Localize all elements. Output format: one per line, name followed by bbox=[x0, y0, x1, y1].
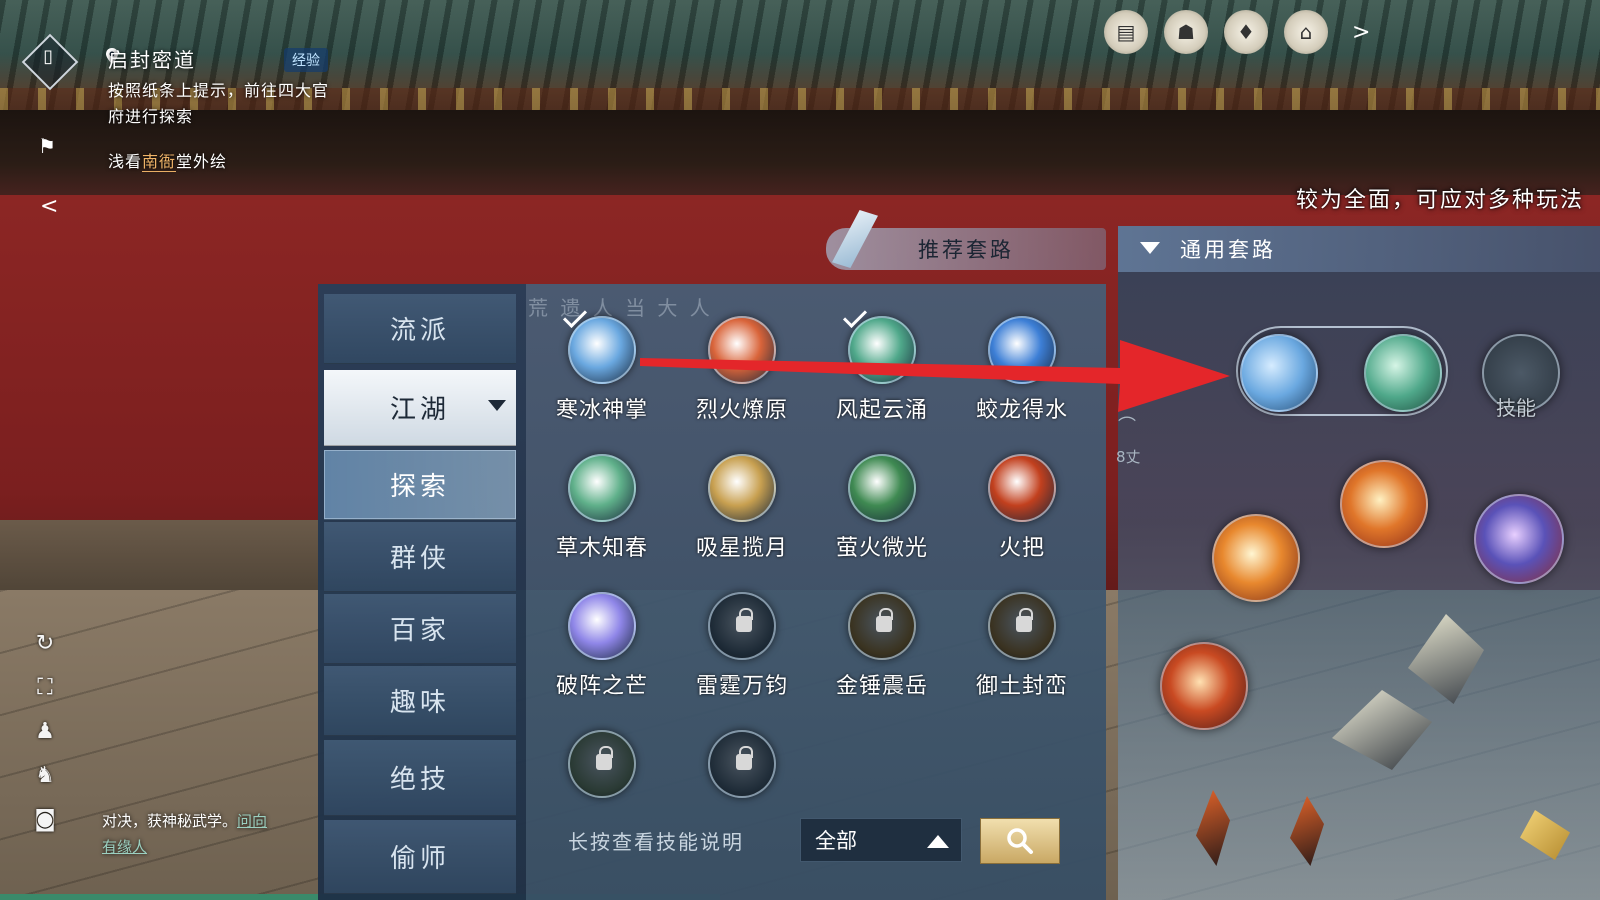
skill-item[interactable]: 火把 bbox=[962, 454, 1082, 584]
category-label: 偷师 bbox=[389, 844, 450, 874]
skill-icon bbox=[568, 454, 636, 522]
skill-item[interactable]: 金锤震岳 bbox=[822, 592, 942, 722]
expand-menu-button[interactable]: > bbox=[1352, 20, 1370, 45]
locked-skill-icon bbox=[708, 592, 776, 660]
locked-skill-icon bbox=[988, 592, 1056, 660]
search-button[interactable] bbox=[980, 818, 1060, 864]
loadout-skill-fire-burst[interactable] bbox=[1340, 460, 1428, 548]
lock-icon bbox=[876, 608, 893, 632]
category-item-ultimate[interactable]: 绝技 bbox=[324, 740, 516, 816]
skill-name: 破阵之芒 bbox=[555, 674, 648, 699]
character-icon[interactable]: ♟ bbox=[28, 716, 62, 746]
quest-title[interactable]: 启封密道 bbox=[108, 44, 196, 73]
category-label: 探索 bbox=[389, 472, 450, 502]
lock-icon bbox=[596, 746, 613, 770]
skill-name: 火把 bbox=[998, 536, 1045, 561]
category-sidebar: 流派 江湖 探索 群侠 百家 趣味 绝技 偷师 bbox=[318, 284, 526, 900]
skill-item[interactable]: 雷霆万钧 bbox=[682, 592, 802, 722]
tab-general-label: 通用套路 bbox=[1180, 238, 1276, 262]
category-label: 绝技 bbox=[389, 765, 450, 795]
collapse-quest-button[interactable]: < bbox=[40, 194, 58, 219]
skill-icon bbox=[848, 454, 916, 522]
loadout-skill-flame-slash[interactable] bbox=[1212, 514, 1300, 602]
tab-recommended[interactable]: 推荐套路 bbox=[826, 210, 1106, 270]
skill-item[interactable]: 御土封峦 bbox=[962, 592, 1082, 722]
skill-name: 草木知春 bbox=[555, 536, 648, 561]
category-label: 江湖 bbox=[389, 395, 450, 425]
skill-name: 金锤震岳 bbox=[835, 674, 928, 699]
equipped-skill-ice[interactable] bbox=[1240, 334, 1318, 412]
category-label: 趣味 bbox=[389, 688, 450, 718]
loadout-description: 较为全面，可应对多种玩法 bbox=[1295, 188, 1584, 213]
skill-icon bbox=[568, 592, 636, 660]
category-item-jianghu[interactable]: 江湖 bbox=[324, 370, 516, 446]
quest-reward-tag: 经验 bbox=[284, 48, 328, 72]
fullscreen-icon[interactable]: ⛶ bbox=[28, 672, 62, 702]
skill-item[interactable]: 破阵之芒 bbox=[542, 592, 662, 722]
book-icon[interactable]: ▤ bbox=[1104, 10, 1148, 54]
flag-icon[interactable]: ⚑ bbox=[38, 134, 56, 158]
distance-icon: ⌒ bbox=[1118, 416, 1136, 437]
category-item-sect[interactable]: 流派 bbox=[324, 294, 516, 364]
npc-link-target[interactable]: 有缘人 bbox=[102, 838, 147, 856]
npc-link[interactable]: 问向 bbox=[237, 812, 267, 830]
lock-icon bbox=[736, 608, 753, 632]
distance-label: 8丈 bbox=[1116, 448, 1141, 466]
category-item-heroes[interactable]: 群侠 bbox=[324, 522, 516, 592]
mask-icon[interactable]: ☗ bbox=[1164, 10, 1208, 54]
slot-label: 技能 bbox=[1496, 396, 1536, 420]
search-icon bbox=[1007, 828, 1033, 854]
subtask-location[interactable]: 南衙 bbox=[142, 152, 177, 172]
guild-icon[interactable]: ⌂ bbox=[1284, 10, 1328, 54]
locked-skill-icon bbox=[568, 730, 636, 798]
category-item-schools[interactable]: 百家 bbox=[324, 594, 516, 664]
filter-value: 全部 bbox=[815, 829, 857, 853]
category-item-explore[interactable]: 探索 bbox=[324, 450, 516, 520]
skill-item[interactable]: 萤火微光 bbox=[822, 454, 942, 584]
red-arrow-annotation bbox=[640, 340, 1230, 412]
tab-general[interactable]: 通用套路 bbox=[1118, 226, 1600, 272]
chevron-up-icon bbox=[927, 835, 949, 848]
skill-icon bbox=[568, 316, 636, 384]
triangle-down-icon bbox=[1140, 242, 1160, 254]
skill-name: 吸星揽月 bbox=[695, 536, 788, 561]
skill-name: 萤火微光 bbox=[835, 536, 928, 561]
loadout-skill-arcane[interactable] bbox=[1474, 494, 1564, 584]
top-menu: ▤ ☗ ♦ ⌂ > bbox=[1104, 10, 1370, 54]
loadout-skill-blaze[interactable] bbox=[1160, 642, 1248, 730]
quest-description: 按照纸条上提示，前往四大官府进行探索 bbox=[108, 81, 330, 126]
category-label: 群侠 bbox=[389, 544, 450, 574]
category-label: 百家 bbox=[389, 616, 450, 646]
subtask-suffix: 堂外绘 bbox=[176, 152, 228, 171]
chevron-down-icon bbox=[488, 400, 506, 411]
long-press-hint: 长按查看技能说明 bbox=[568, 830, 744, 854]
equipped-skill-wind[interactable] bbox=[1364, 334, 1442, 412]
skill-item[interactable]: 吸星揽月 bbox=[682, 454, 802, 584]
pose-icon[interactable]: ♞ bbox=[28, 760, 62, 790]
category-item-steal[interactable]: 偷师 bbox=[324, 820, 516, 894]
skill-name: 御土封峦 bbox=[975, 674, 1068, 699]
wall-base bbox=[0, 520, 330, 600]
category-item-fun[interactable]: 趣味 bbox=[324, 666, 516, 736]
skill-icon bbox=[708, 454, 776, 522]
lock-icon bbox=[1016, 608, 1033, 632]
locked-skill-icon bbox=[708, 730, 776, 798]
subtask-prefix: 浅看 bbox=[108, 152, 143, 171]
cards-icon[interactable]: ♦ bbox=[1224, 10, 1268, 54]
left-toolbar: ↻ ⛶ ♟ ♞ ◙ bbox=[28, 628, 62, 834]
tab-recommended-label: 推荐套路 bbox=[918, 238, 1014, 262]
filter-dropdown[interactable]: 全部 bbox=[800, 818, 962, 862]
quest-subtask[interactable]: 浅看南衙堂外绘 bbox=[108, 148, 227, 172]
skill-item[interactable]: 草木知春 bbox=[542, 454, 662, 584]
refresh-icon[interactable]: ↻ bbox=[28, 628, 62, 658]
skill-icon bbox=[988, 454, 1056, 522]
category-label: 流派 bbox=[389, 316, 450, 346]
npc-dialogue: 对决，获神秘武学。问向有缘人 bbox=[102, 808, 312, 860]
skill-name: 雷霆万钧 bbox=[695, 674, 788, 699]
camera-icon[interactable]: ◙ bbox=[28, 804, 62, 834]
locked-skill-icon bbox=[848, 592, 916, 660]
npc-dialogue-text: 对决，获神秘武学。 bbox=[102, 812, 238, 830]
lock-icon bbox=[736, 746, 753, 770]
